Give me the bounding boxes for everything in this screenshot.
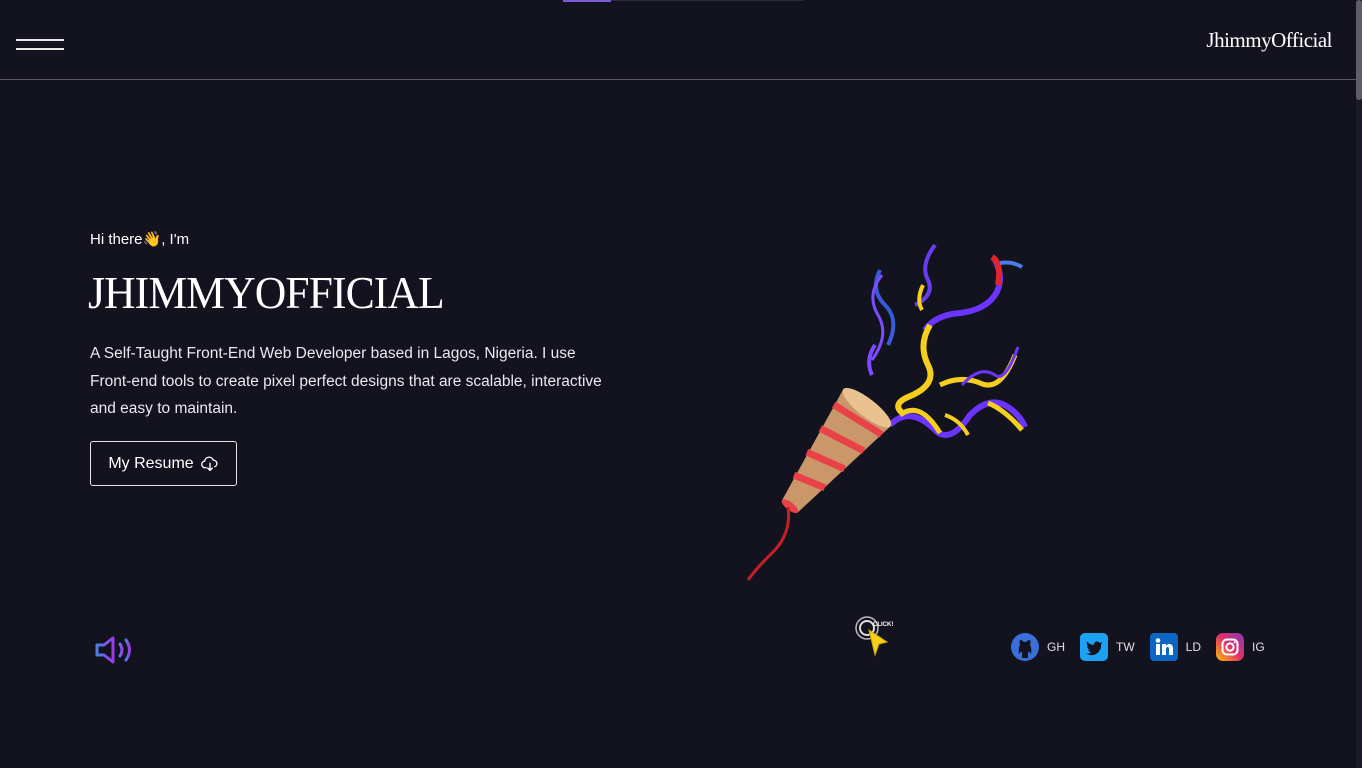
resume-button[interactable]: My Resume bbox=[90, 441, 237, 486]
social-link-github[interactable]: GH bbox=[1010, 632, 1065, 662]
menu-line-bottom bbox=[16, 48, 64, 50]
menu-line-top bbox=[16, 39, 64, 41]
hero-greeting: Hi there👋, I'm bbox=[90, 231, 190, 248]
social-label-instagram: IG bbox=[1252, 640, 1265, 654]
party-popper-illustration bbox=[746, 243, 1028, 581]
click-cursor-icon[interactable]: CLICK! bbox=[853, 614, 897, 665]
social-label-linkedin: LD bbox=[1185, 640, 1201, 654]
twitter-icon bbox=[1080, 633, 1108, 661]
resume-button-label: My Resume bbox=[108, 454, 194, 472]
social-links: GH TW LD IG bbox=[1010, 632, 1279, 662]
hamburger-menu-icon[interactable] bbox=[16, 39, 64, 51]
scrollbar-thumb[interactable] bbox=[1356, 0, 1362, 100]
instagram-icon bbox=[1216, 633, 1244, 661]
cloud-download-icon bbox=[200, 456, 218, 471]
social-label-github: GH bbox=[1047, 640, 1065, 654]
site-header: JhimmyOfficial bbox=[0, 0, 1356, 80]
hero-bio: A Self-Taught Front-End Web Developer ba… bbox=[90, 345, 602, 417]
site-logo[interactable]: JhimmyOfficial bbox=[1206, 28, 1332, 53]
social-link-linkedin[interactable]: LD bbox=[1149, 632, 1201, 662]
social-link-instagram[interactable]: IG bbox=[1215, 632, 1265, 662]
click-label: CLICK! bbox=[873, 622, 893, 628]
social-link-twitter[interactable]: TW bbox=[1079, 632, 1135, 662]
linkedin-icon bbox=[1149, 633, 1178, 661]
github-icon bbox=[1011, 633, 1039, 661]
hero-name: JHIMMYOFFICIAL bbox=[88, 267, 445, 318]
scrollbar-track[interactable] bbox=[1356, 0, 1362, 768]
social-label-twitter: TW bbox=[1116, 640, 1135, 654]
speaker-icon[interactable] bbox=[94, 634, 136, 666]
